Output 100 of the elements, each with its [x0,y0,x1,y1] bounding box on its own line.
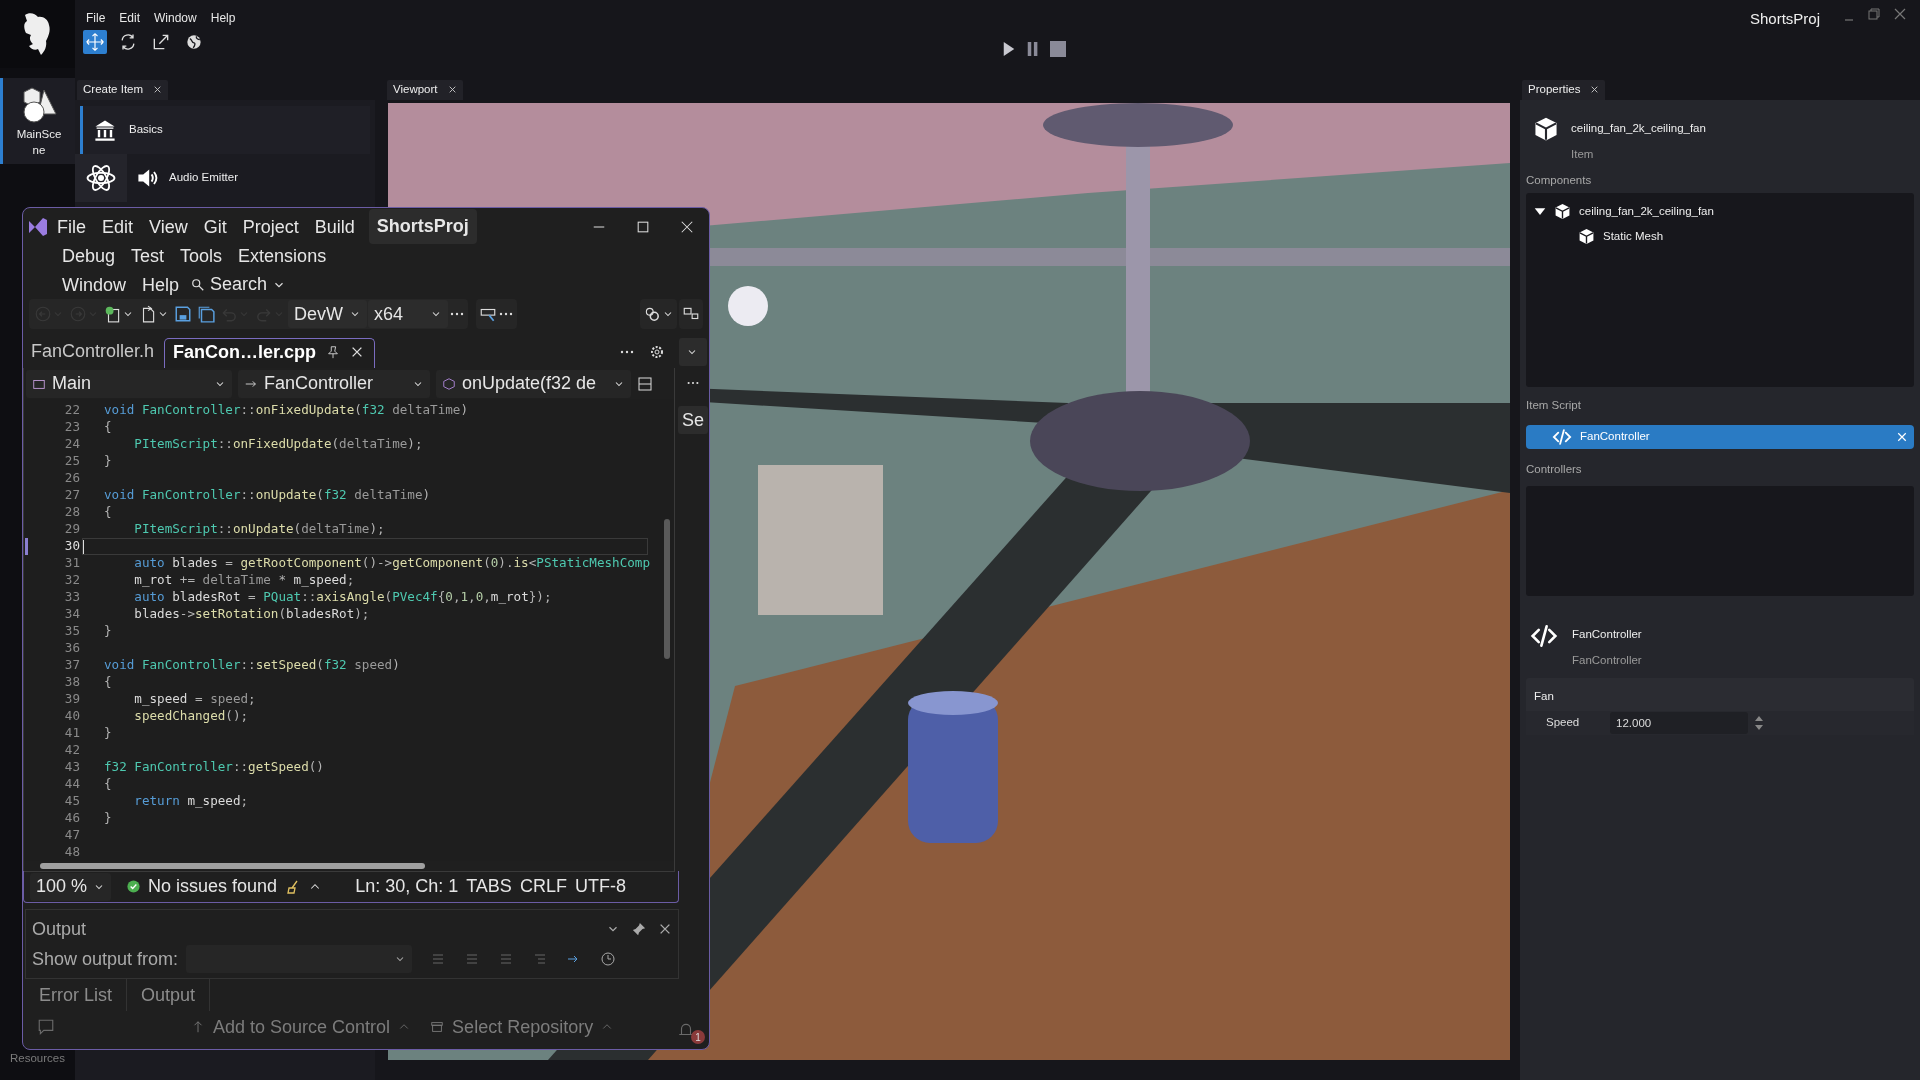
script-bar[interactable]: FanController [1526,424,1914,449]
code-line: void FanController::onUpdate(f32 deltaTime) [104,486,431,505]
menu-item[interactable]: View [141,217,196,236]
configuration-dropdown[interactable]: DevW [288,300,367,328]
issues-status[interactable]: No issues found [148,873,278,900]
save-icon [174,305,192,323]
panel-tab[interactable]: Properties [1522,80,1606,100]
chat-icon[interactable] [37,1018,55,1036]
split-icon[interactable] [637,375,653,392]
panel-tab[interactable]: Error List [25,979,127,1011]
line-number: 48 [63,843,80,861]
section-label: Controllers [1526,461,1583,477]
code-line: m_rot += deltaTime * m_speed; [133,571,355,590]
item-category[interactable]: Basics [80,106,370,154]
menu-item[interactable]: File [49,217,94,236]
source-control-button[interactable]: Add to Source Control [191,1013,411,1041]
pin-icon [326,345,341,359]
file-tab[interactable]: FanCon…ler.cpp [164,338,376,368]
indent-status[interactable]: TABS [466,873,512,900]
restore-icon[interactable] [1868,8,1880,20]
history-icon[interactable] [600,951,617,967]
code-line: PItemScript::onFixedUpdate(deltaTime); [133,435,423,454]
search-button[interactable]: Search [187,270,293,299]
app-title: ShortsProj [1749,9,1820,29]
globe-icon [184,32,204,52]
number-field[interactable]: 12.000 [1610,712,1748,734]
line-number: 40 [63,707,80,726]
stop-icon[interactable] [1050,41,1067,57]
scene-tab[interactable]: Resources [0,1049,75,1066]
line-number: 31 [63,554,80,573]
menu-item[interactable]: Edit [94,217,142,236]
share-icon[interactable] [643,305,661,323]
line-number: 25 [63,452,80,471]
menu-item[interactable]: Edit [112,7,148,30]
cube-icon [1554,203,1571,221]
menu-item[interactable]: Project [234,217,307,236]
settings-icon[interactable] [649,344,665,360]
platform-dropdown[interactable]: x64 [368,300,448,328]
pin-icon[interactable] [632,922,646,936]
panel-tab[interactable]: Create Item [77,80,169,100]
panel-tab[interactable]: Output [127,979,211,1011]
menu-item[interactable]: Build [306,217,363,236]
text-cursor [83,540,84,554]
close-icon[interactable] [153,85,163,94]
menu-item[interactable]: Debug [54,246,124,265]
code-line: { [104,673,112,692]
remove-icon[interactable] [1896,430,1908,443]
solution-name: ShortsProj [368,209,477,244]
search-icon [191,277,206,292]
menu-item[interactable]: File [79,7,113,30]
navigation-dropdown[interactable]: onUpdate(f32 de [436,369,631,398]
menu-item[interactable]: Help [203,7,243,30]
cube-icon [442,376,456,391]
scrollbar-thumb[interactable] [40,863,425,869]
line-ending-status[interactable]: CRLF [519,873,567,900]
repository-button[interactable]: Select Repository [430,1013,614,1041]
item-category[interactable]: Audio Emitter [75,154,365,202]
code-line: speedChanged(); [133,707,249,726]
close-icon[interactable] [1590,85,1600,94]
navigation-dropdown[interactable]: FanController [238,369,430,398]
menu-item[interactable]: Extensions [230,246,335,265]
line-number: 47 [63,826,80,845]
close-icon[interactable] [447,85,457,94]
menu-item[interactable]: Help [134,275,188,294]
line-number: 35 [63,622,80,641]
move-icon [85,32,105,52]
code-line: auto blades = getRootComponent()->getComponent(0).is<PStaticMeshComp [133,554,651,573]
encoding-status[interactable]: UTF-8 [574,873,626,900]
tree-item[interactable]: ceiling_fan_2k_ceiling_fan [1526,199,1714,225]
panel-tab[interactable]: Viewport [387,80,463,100]
arrow-up-icon [191,1020,205,1034]
play-icon[interactable] [1002,40,1017,58]
code-line: { [104,775,112,794]
new-icon [104,305,122,323]
line-number: 43 [63,758,80,777]
menu-item[interactable]: Git [195,217,235,236]
zoom-dropdown[interactable]: 100 % [30,872,112,901]
line-number: 46 [63,809,80,828]
scrollbar-thumb[interactable] [664,519,670,659]
close-icon[interactable] [1894,8,1906,20]
spinner-icon[interactable] [1754,715,1764,731]
cursor-position[interactable]: Ln: 30, Ch: 1 [355,873,459,900]
check-icon [127,880,141,893]
scene-tab[interactable]: MainScene [0,78,75,165]
line-number: 36 [63,639,80,658]
code-line: void FanController::onFixedUpdate(f32 deltaTime) [104,401,468,420]
notification-count: 1 [691,1030,705,1044]
close-icon[interactable] [658,922,672,936]
menu-item[interactable]: Window [54,275,135,294]
menu-item[interactable]: Tools [172,246,231,265]
file-tab[interactable]: FanController.h [23,338,165,368]
side-tab[interactable]: Se [678,406,708,434]
close-icon [680,219,694,234]
menu-item[interactable]: Window [147,7,204,30]
item-type: Item [1571,147,1595,163]
navigation-dropdown[interactable]: Main [26,369,232,398]
tree-item[interactable]: Static Mesh [1526,224,1664,250]
menu-item[interactable]: Test [123,246,173,265]
field-label: Show output from: [32,947,179,971]
line-number: 42 [63,741,80,760]
